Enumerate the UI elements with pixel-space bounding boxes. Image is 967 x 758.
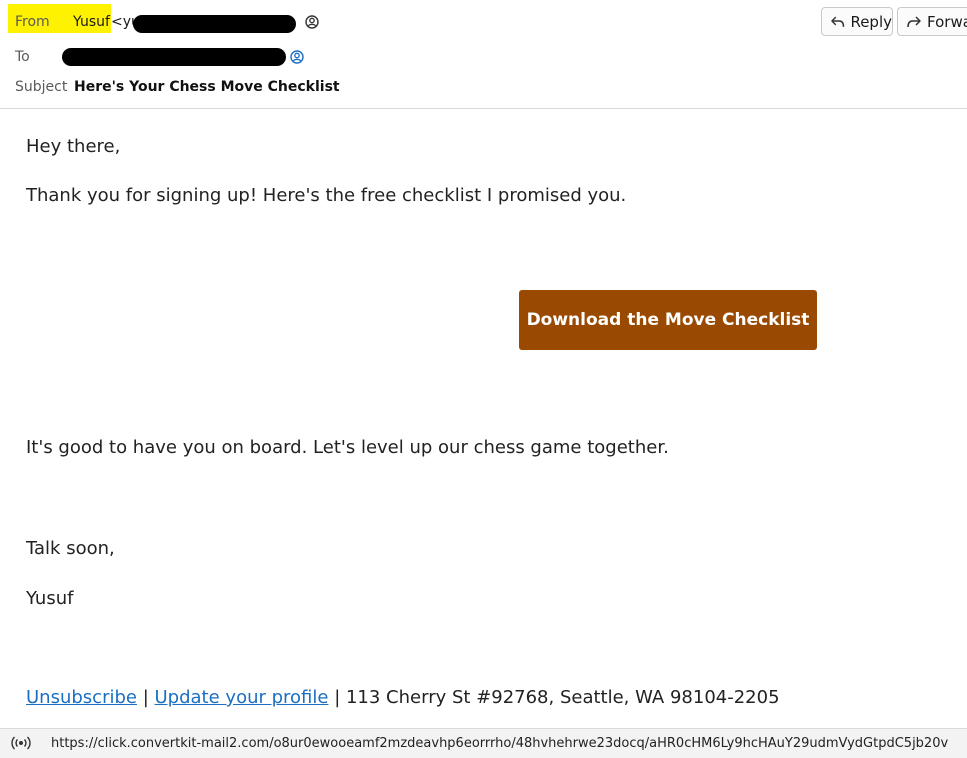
thanks-text: Thank you for signing up! Here's the fre… — [26, 185, 627, 206]
redaction-bar — [133, 15, 296, 33]
forward-icon — [907, 15, 921, 27]
contact-icon[interactable] — [290, 50, 304, 64]
from-name[interactable]: Yusuf — [73, 14, 110, 30]
subject-label: Subject — [15, 79, 68, 95]
signoff-text: Yusuf — [26, 588, 74, 609]
footer-address: | 113 Cherry St #92768, Seattle, WA 9810… — [328, 687, 780, 708]
talk-soon-text: Talk soon, — [26, 538, 115, 559]
cta-label: Download the Move Checklist — [526, 310, 810, 330]
reply-label: Reply — [850, 12, 892, 31]
from-label: From — [15, 14, 50, 30]
update-profile-link[interactable]: Update your profile — [155, 687, 329, 708]
broadcast-icon — [11, 736, 31, 750]
link-preview-url: https://click.convertkit-mail2.com/o8ur0… — [51, 736, 949, 751]
message-header: From Yusuf <yu To Subject Here's Your Ch… — [0, 0, 967, 109]
forward-label: Forwa — [927, 12, 967, 31]
reply-icon — [831, 16, 845, 27]
footer-separator: | — [136, 687, 155, 708]
to-label: To — [15, 49, 30, 65]
download-checklist-button[interactable]: Download the Move Checklist — [519, 290, 817, 350]
greeting-text: Hey there, — [26, 136, 121, 157]
contact-icon[interactable] — [305, 15, 319, 29]
redaction-bar — [62, 48, 286, 66]
subject-value: Here's Your Chess Move Checklist — [74, 79, 340, 95]
status-bar: https://click.convertkit-mail2.com/o8ur0… — [0, 728, 967, 758]
unsubscribe-link[interactable]: Unsubscribe — [26, 687, 137, 708]
reply-button[interactable]: Reply — [821, 7, 893, 36]
forward-button[interactable]: Forwa — [897, 7, 967, 36]
email-footer: Unsubscribe | Update your profile | 113 … — [26, 687, 780, 708]
onboard-text: It's good to have you on board. Let's le… — [26, 437, 669, 458]
